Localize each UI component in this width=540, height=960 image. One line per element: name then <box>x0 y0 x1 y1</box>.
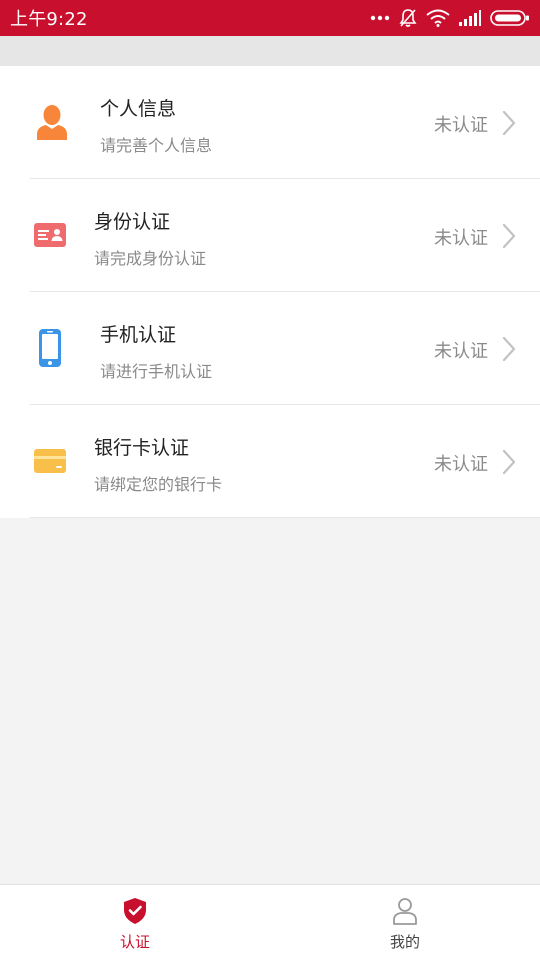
chevron-right-icon <box>500 448 518 476</box>
signal-icon <box>459 10 481 26</box>
tab-label: 我的 <box>389 933 420 951</box>
battery-icon <box>490 10 530 26</box>
row-title: 个人信息 <box>100 98 177 120</box>
bottom-tab-bar: 认证 我的 <box>0 884 540 960</box>
tab-label: 认证 <box>119 933 150 951</box>
row-subtitle: 请进行手机认证 <box>100 362 213 381</box>
bank-card-icon <box>30 441 70 481</box>
person-icon <box>32 102 72 142</box>
verification-list: 个人信息 请完善个人信息 未认证 身份认证 请完成身份认证 未认证 手机认证 请… <box>0 66 540 518</box>
status-bar: 上午9:22 <box>0 0 540 36</box>
row-subtitle: 请完成身份认证 <box>94 249 207 268</box>
status-label: 未认证 <box>434 454 488 475</box>
id-card-icon <box>30 215 70 255</box>
shield-check-icon <box>121 897 149 925</box>
phone-icon <box>30 328 70 368</box>
status-icons <box>370 8 530 28</box>
status-label: 未认证 <box>434 228 488 249</box>
header-spacer <box>0 36 540 66</box>
status-label: 未认证 <box>434 115 488 136</box>
wifi-icon <box>426 9 450 27</box>
row-title: 身份认证 <box>94 211 171 233</box>
row-subtitle: 请完善个人信息 <box>100 136 213 155</box>
row-title: 银行卡认证 <box>94 437 190 459</box>
list-item-phone[interactable]: 手机认证 请进行手机认证 未认证 <box>0 292 540 405</box>
list-item-personal-info[interactable]: 个人信息 请完善个人信息 未认证 <box>0 66 540 179</box>
chevron-right-icon <box>500 335 518 363</box>
status-time: 上午9:22 <box>10 9 88 30</box>
list-item-identity[interactable]: 身份认证 请完成身份认证 未认证 <box>0 179 540 292</box>
user-icon <box>391 897 419 925</box>
tab-verify[interactable]: 认证 <box>0 885 270 960</box>
more-icon <box>370 15 390 21</box>
chevron-right-icon <box>500 222 518 250</box>
mute-icon <box>399 8 417 28</box>
tab-mine[interactable]: 我的 <box>270 885 540 960</box>
row-title: 手机认证 <box>100 324 177 346</box>
row-subtitle: 请绑定您的银行卡 <box>94 475 223 494</box>
chevron-right-icon <box>500 109 518 137</box>
status-label: 未认证 <box>434 341 488 362</box>
list-item-bank-card[interactable]: 银行卡认证 请绑定您的银行卡 未认证 <box>0 405 540 518</box>
